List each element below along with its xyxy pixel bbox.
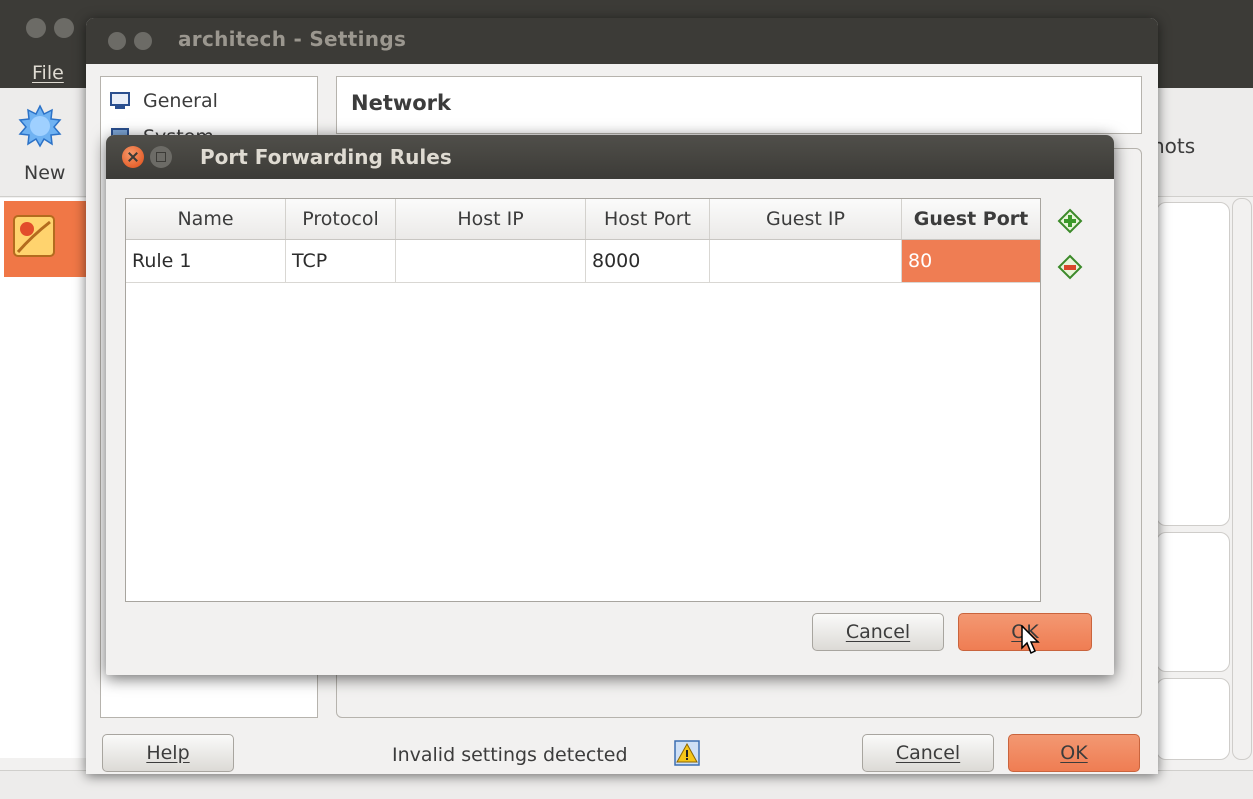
settings-titlebar: architech - Settings	[86, 18, 1158, 64]
maximize-icon[interactable]	[150, 146, 172, 168]
settings-close-icon[interactable]	[108, 32, 126, 50]
manager-close-icon[interactable]	[26, 18, 46, 38]
manager-statusbar	[0, 770, 1253, 799]
settings-page-header: Network	[336, 76, 1142, 134]
status-text: Invalid settings detected	[392, 744, 628, 766]
cell-host-ip[interactable]	[396, 240, 586, 282]
close-icon[interactable]	[122, 146, 144, 168]
rules-table[interactable]: Name Protocol Host IP Host Port Guest IP…	[125, 198, 1041, 602]
port-forwarding-dialog: Port Forwarding Rules Name Protocol Host…	[106, 135, 1114, 675]
remove-rule-icon[interactable]	[1056, 253, 1084, 281]
new-vm-label[interactable]: New	[24, 162, 65, 184]
table-row[interactable]: Rule 1 TCP 8000 80	[126, 240, 1040, 283]
nav-item-label: General	[143, 90, 218, 112]
settings-cancel-button[interactable]: Cancel	[862, 734, 994, 772]
details-panel-2	[1156, 532, 1230, 672]
nav-item-general[interactable]: General	[109, 85, 218, 117]
new-vm-icon[interactable]	[18, 104, 62, 148]
details-panel-3	[1156, 678, 1230, 760]
mouse-cursor-icon	[1021, 625, 1040, 655]
column-header-guest-ip[interactable]: Guest IP	[710, 199, 902, 239]
column-header-name[interactable]: Name	[126, 199, 286, 239]
details-panel-1	[1156, 202, 1230, 526]
settings-ok-label: OK	[1060, 742, 1088, 764]
warning-icon[interactable]	[674, 740, 700, 766]
monitor-icon	[110, 92, 130, 109]
cell-host-port[interactable]: 8000	[586, 240, 710, 282]
file-menu[interactable]: File	[32, 62, 64, 84]
cell-name[interactable]: Rule 1	[126, 240, 286, 282]
column-header-protocol[interactable]: Protocol	[286, 199, 396, 239]
cell-guest-ip[interactable]	[710, 240, 902, 282]
settings-cancel-label: Cancel	[895, 742, 961, 764]
help-button[interactable]: Help	[102, 734, 234, 772]
column-header-host-port[interactable]: Host Port	[586, 199, 710, 239]
settings-maximize-icon[interactable]	[134, 32, 152, 50]
cancel-button-label: Cancel	[845, 621, 911, 643]
manager-minimize-icon[interactable]	[54, 18, 74, 38]
column-header-host-ip[interactable]: Host IP	[396, 199, 586, 239]
cell-protocol[interactable]: TCP	[286, 240, 396, 282]
column-header-guest-port[interactable]: Guest Port	[902, 199, 1040, 239]
dialog-title: Port Forwarding Rules	[200, 145, 452, 169]
cancel-button[interactable]: Cancel	[812, 613, 944, 651]
help-button-label: Help	[146, 742, 190, 764]
port-forwarding-titlebar: Port Forwarding Rules	[106, 135, 1114, 179]
snapshots-label-fragment[interactable]: hots	[1152, 134, 1195, 158]
vm-list	[0, 198, 91, 758]
page-title: Network	[351, 91, 452, 115]
vm-os-icon	[13, 215, 55, 257]
settings-ok-button[interactable]: OK	[1008, 734, 1140, 772]
cell-guest-port[interactable]: 80	[902, 240, 1040, 282]
add-rule-icon[interactable]	[1056, 207, 1084, 235]
settings-title: architech - Settings	[178, 27, 407, 51]
rules-table-header: Name Protocol Host IP Host Port Guest IP…	[126, 199, 1040, 240]
details-scrollbar[interactable]	[1232, 198, 1252, 760]
